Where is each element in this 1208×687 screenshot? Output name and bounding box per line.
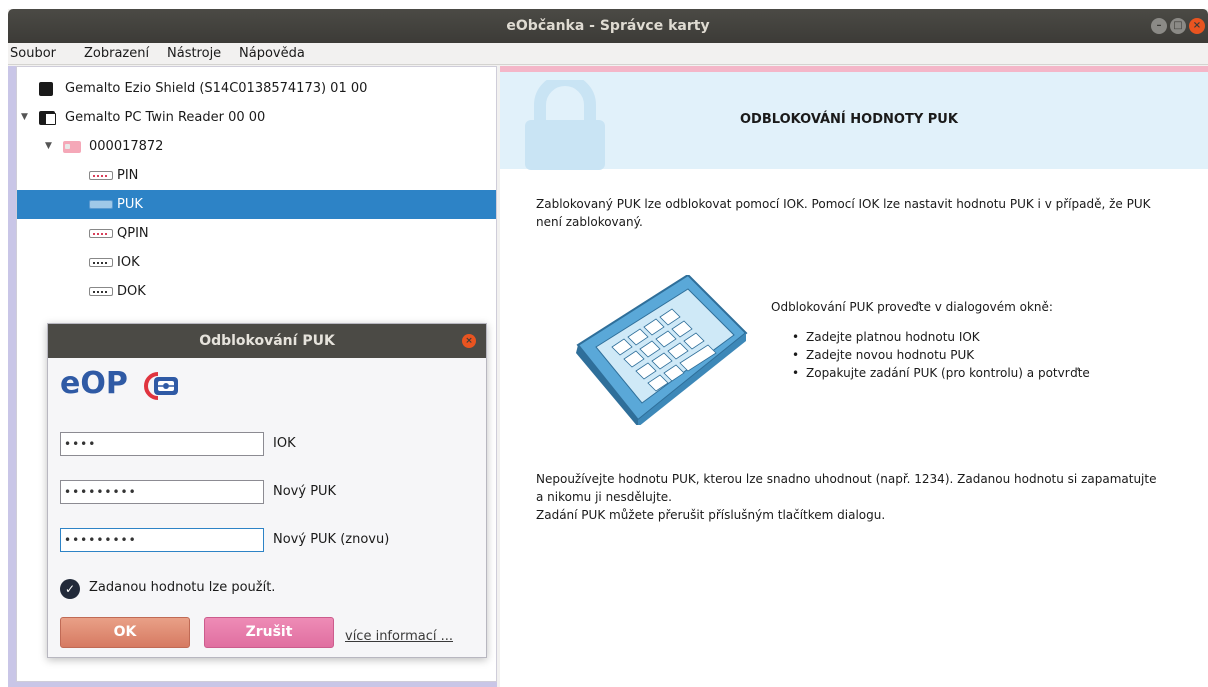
step-item: Zopakujte zadání PUK (pro kontrolu) a po… xyxy=(792,364,1090,382)
close-button[interactable]: × xyxy=(1189,18,1205,34)
checkmark-icon: ✓ xyxy=(60,579,80,599)
tree-item-label: Gemalto Ezio Shield (S14C0138574173) 01 … xyxy=(65,81,368,96)
tree-item-label: QPIN xyxy=(117,226,149,241)
key-icon xyxy=(89,287,113,296)
id-card-icon xyxy=(63,141,81,153)
new-puk-repeat-label: Nový PUK (znovu) xyxy=(273,532,390,547)
ok-button[interactable]: OK xyxy=(60,617,190,648)
maximize-icon: □ xyxy=(1173,20,1183,31)
tree-item-label: Gemalto PC Twin Reader 00 00 xyxy=(65,110,266,125)
tree-item-puk[interactable]: PUK xyxy=(17,190,496,219)
validation-status: Zadanou hodnotu lze použít. xyxy=(89,580,276,595)
main-area: Gemalto Ezio Shield (S14C0138574173) 01 … xyxy=(8,66,1208,687)
info-paragraph-3: Zadání PUK můžete přerušit příslušným tl… xyxy=(536,508,886,522)
tree-item-label: IOK xyxy=(117,255,140,270)
tree-item-pin[interactable]: PIN xyxy=(17,161,496,190)
menu-bar: Soubor Zobrazení Nástroje Nápověda xyxy=(8,43,1208,65)
menu-zobrazeni[interactable]: Zobrazení xyxy=(84,46,149,61)
tree-item-label: DOK xyxy=(117,284,146,299)
info-panel: ODBLOKOVÁNÍ HODNOTY PUK Zablokovaný PUK … xyxy=(500,66,1208,687)
iok-field[interactable]: •••• xyxy=(60,432,264,456)
info-header: ODBLOKOVÁNÍ HODNOTY PUK xyxy=(500,72,1208,170)
chip-logo-icon xyxy=(144,372,178,400)
tree-item-label: PUK xyxy=(117,197,143,212)
dialog-title: Odblokování PUK xyxy=(48,324,486,358)
keypad-illustration xyxy=(576,275,748,425)
card-tree: Gemalto Ezio Shield (S14C0138574173) 01 … xyxy=(16,66,497,682)
menu-napoveda[interactable]: Nápověda xyxy=(239,46,305,61)
more-info-link[interactable]: více informací ... xyxy=(345,629,453,644)
info-paragraph-1-line-2: není zablokovaný. xyxy=(536,215,643,229)
info-paragraph-1-line-1: Zablokovaný PUK lze odblokovat pomocí IO… xyxy=(536,197,1151,211)
expand-arrow-icon[interactable]: ▼ xyxy=(45,132,52,161)
window-title: eObčanka - Správce karty xyxy=(506,18,710,34)
tree-item-pc-twin-reader[interactable]: ▼ Gemalto PC Twin Reader 00 00 xyxy=(17,103,496,132)
key-icon xyxy=(89,171,113,180)
info-paragraph-2-line-2: a nikomu ji nesdělujte. xyxy=(536,490,672,504)
steps-intro: Odblokování PUK proveďte v dialogovém ok… xyxy=(771,300,1053,314)
tree-item-label: PIN xyxy=(117,168,139,183)
close-icon: × xyxy=(1192,20,1202,31)
maximize-button[interactable]: □ xyxy=(1170,18,1186,34)
lock-icon xyxy=(525,80,605,170)
new-puk-repeat-field[interactable]: ••••••••• xyxy=(60,528,264,552)
tree-item-ezio-shield[interactable]: Gemalto Ezio Shield (S14C0138574173) 01 … xyxy=(17,74,496,103)
dialog-close-button[interactable]: × xyxy=(462,334,476,348)
key-icon xyxy=(89,229,113,238)
title-bar: eObčanka - Správce karty – □ × xyxy=(8,9,1208,43)
tree-item-label: 000017872 xyxy=(89,139,164,154)
card-reader-icon xyxy=(39,82,53,96)
card-reader-icon xyxy=(39,111,56,125)
key-icon xyxy=(89,200,113,209)
info-title: ODBLOKOVÁNÍ HODNOTY PUK xyxy=(740,112,958,127)
tree-item-dok[interactable]: DOK xyxy=(17,277,496,306)
key-icon xyxy=(89,258,113,267)
menu-soubor[interactable]: Soubor xyxy=(10,46,56,61)
tree-item-iok[interactable]: IOK xyxy=(17,248,496,277)
minimize-icon: – xyxy=(1156,20,1162,31)
new-puk-label: Nový PUK xyxy=(273,484,337,499)
tree-item-qpin[interactable]: QPIN xyxy=(17,219,496,248)
step-item: Zadejte novou hodnotu PUK xyxy=(792,346,1090,364)
new-puk-field[interactable]: ••••••••• xyxy=(60,480,264,504)
eop-logo-text: eOP xyxy=(60,366,128,401)
app-window: eObčanka - Správce karty – □ × Soubor Zo… xyxy=(8,9,1208,687)
step-item: Zadejte platnou hodnotu IOK xyxy=(792,328,1090,346)
cancel-button[interactable]: Zrušit xyxy=(204,617,334,648)
info-paragraph-2-line-1: Nepoužívejte hodnotu PUK, kterou lze sna… xyxy=(536,472,1157,486)
steps-list: Zadejte platnou hodnotu IOK Zadejte novo… xyxy=(784,328,1090,382)
menu-nastroje[interactable]: Nástroje xyxy=(167,46,221,61)
minimize-button[interactable]: – xyxy=(1151,18,1167,34)
expand-arrow-icon[interactable]: ▼ xyxy=(21,103,28,132)
tree-item-card[interactable]: ▼ 000017872 xyxy=(17,132,496,161)
unblock-puk-dialog: Odblokování PUK × eOP •••• IOK •••••••••… xyxy=(47,323,487,658)
iok-label: IOK xyxy=(273,436,296,451)
